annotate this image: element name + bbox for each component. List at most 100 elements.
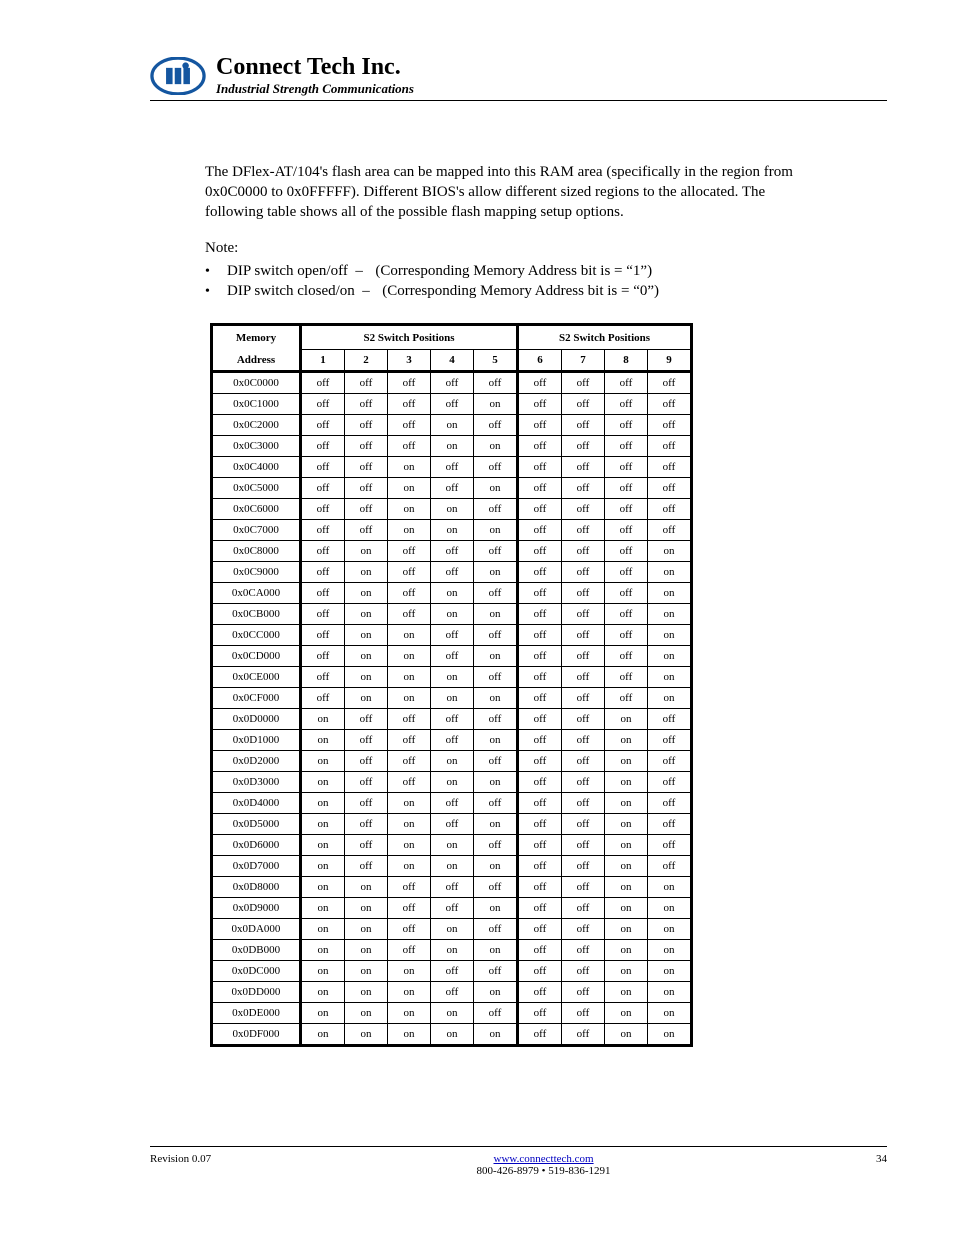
- table-cell: off: [562, 562, 605, 583]
- table-cell: on: [388, 793, 431, 814]
- table-cell: off: [518, 583, 562, 604]
- table-cell: off: [648, 730, 692, 751]
- table-cell: off: [301, 415, 345, 436]
- table-cell: on: [301, 730, 345, 751]
- table-cell: off: [562, 877, 605, 898]
- table-cell: 0x0D7000: [212, 856, 301, 877]
- table-cell: on: [431, 415, 474, 436]
- table-cell: on: [605, 835, 648, 856]
- table-cell: off: [562, 394, 605, 415]
- table-cell: off: [562, 478, 605, 499]
- table-cell: off: [474, 541, 518, 562]
- table-cell: on: [388, 499, 431, 520]
- table-cell: off: [605, 372, 648, 394]
- table-cell: on: [648, 541, 692, 562]
- table-cell: on: [474, 646, 518, 667]
- table-cell: on: [301, 793, 345, 814]
- table-cell: off: [562, 667, 605, 688]
- table-row: 0x0D9000ononoffoffonoffoffonon: [212, 898, 692, 919]
- page-header: Connect Tech Inc. Industrial Strength Co…: [150, 55, 804, 97]
- table-cell: off: [562, 372, 605, 394]
- table-cell: off: [301, 436, 345, 457]
- paragraph-line: The DFlex-AT/104's flash area can be map…: [205, 162, 887, 182]
- table-cell: off: [648, 835, 692, 856]
- table-row: 0x0CB000offonoffononoffoffoffon: [212, 604, 692, 625]
- table-cell: on: [345, 982, 388, 1003]
- table-cell: 0x0D9000: [212, 898, 301, 919]
- table-cell: off: [388, 562, 431, 583]
- table-cell: on: [431, 1024, 474, 1046]
- table-cell: off: [431, 730, 474, 751]
- table-cell: on: [345, 604, 388, 625]
- table-cell: on: [648, 1024, 692, 1046]
- table-cell: 0x0D8000: [212, 877, 301, 898]
- table-cell: on: [431, 772, 474, 793]
- table-cell: off: [388, 730, 431, 751]
- table-cell: on: [605, 751, 648, 772]
- table-cell: on: [474, 394, 518, 415]
- table-cell: 1: [301, 350, 345, 372]
- table-cell: on: [345, 541, 388, 562]
- table-cell: off: [518, 772, 562, 793]
- table-row: 0x0D6000onoffononoffoffoffonoff: [212, 835, 692, 856]
- table-row: 0x0DB000ononoffononoffoffonon: [212, 940, 692, 961]
- table-cell: on: [345, 562, 388, 583]
- table-cell: on: [605, 961, 648, 982]
- table-row: 0x0CC000offononoffoffoffoffoffon: [212, 625, 692, 646]
- table-cell: 0x0D4000: [212, 793, 301, 814]
- table-cell: off: [345, 730, 388, 751]
- header-rule: [150, 100, 887, 101]
- table-cell: on: [474, 436, 518, 457]
- table-cell: on: [345, 877, 388, 898]
- footer-link[interactable]: www.connecttech.com: [494, 1153, 594, 1165]
- table-cell: off: [605, 562, 648, 583]
- table-row: 0x0D4000onoffonoffoffoffoffonoff: [212, 793, 692, 814]
- table-cell: off: [301, 688, 345, 709]
- table-cell: off: [345, 372, 388, 394]
- table-cell: on: [345, 583, 388, 604]
- table-cell: off: [388, 604, 431, 625]
- table-cell: on: [345, 1003, 388, 1024]
- table-cell: off: [518, 856, 562, 877]
- table-cell: 0x0D0000: [212, 709, 301, 730]
- table-cell: off: [605, 478, 648, 499]
- table-cell: 4: [431, 350, 474, 372]
- table-row: 0x0DD000onononoffonoffoffonon: [212, 982, 692, 1003]
- table-cell: on: [345, 898, 388, 919]
- table-row: 0x0CA000offonoffonoffoffoffoffon: [212, 583, 692, 604]
- table-cell: off: [518, 562, 562, 583]
- table-row: 0x0C8000offonoffoffoffoffoffoffon: [212, 541, 692, 562]
- table-cell: off: [474, 1003, 518, 1024]
- footer-page-number: 34: [876, 1153, 887, 1177]
- table-row: 0x0D1000onoffoffoffonoffoffonoff: [212, 730, 692, 751]
- table-cell: off: [518, 961, 562, 982]
- table-cell: off: [345, 772, 388, 793]
- table-cell: off: [345, 520, 388, 541]
- footer-revision: Revision 0.07: [150, 1153, 211, 1177]
- table-cell: off: [345, 814, 388, 835]
- table-cell: off: [648, 478, 692, 499]
- table-cell: off: [562, 499, 605, 520]
- table-cell: off: [518, 520, 562, 541]
- table-cell: on: [388, 1024, 431, 1046]
- table-cell: on: [605, 898, 648, 919]
- table-cell: 0x0C5000: [212, 478, 301, 499]
- table-cell: off: [562, 604, 605, 625]
- table-cell: off: [388, 541, 431, 562]
- table-cell: off: [605, 541, 648, 562]
- table-cell: off: [474, 415, 518, 436]
- table-cell: off: [648, 499, 692, 520]
- table-row: 0x0C2000offoffoffonoffoffoffoffoff: [212, 415, 692, 436]
- table-cell: off: [562, 919, 605, 940]
- table-cell: 3: [388, 350, 431, 372]
- table-cell: on: [301, 1024, 345, 1046]
- table-cell: off: [562, 541, 605, 562]
- table-cell: off: [474, 583, 518, 604]
- table-cell: on: [474, 1024, 518, 1046]
- switch-table: MemoryS2 Switch PositionsS2 Switch Posit…: [210, 323, 887, 1047]
- table-row: 0x0C4000offoffonoffoffoffoffoffoff: [212, 457, 692, 478]
- table-cell: off: [431, 478, 474, 499]
- table-cell: off: [518, 898, 562, 919]
- note-text: (Corresponding Memory Address bit is = “…: [375, 263, 652, 279]
- table-cell: on: [301, 919, 345, 940]
